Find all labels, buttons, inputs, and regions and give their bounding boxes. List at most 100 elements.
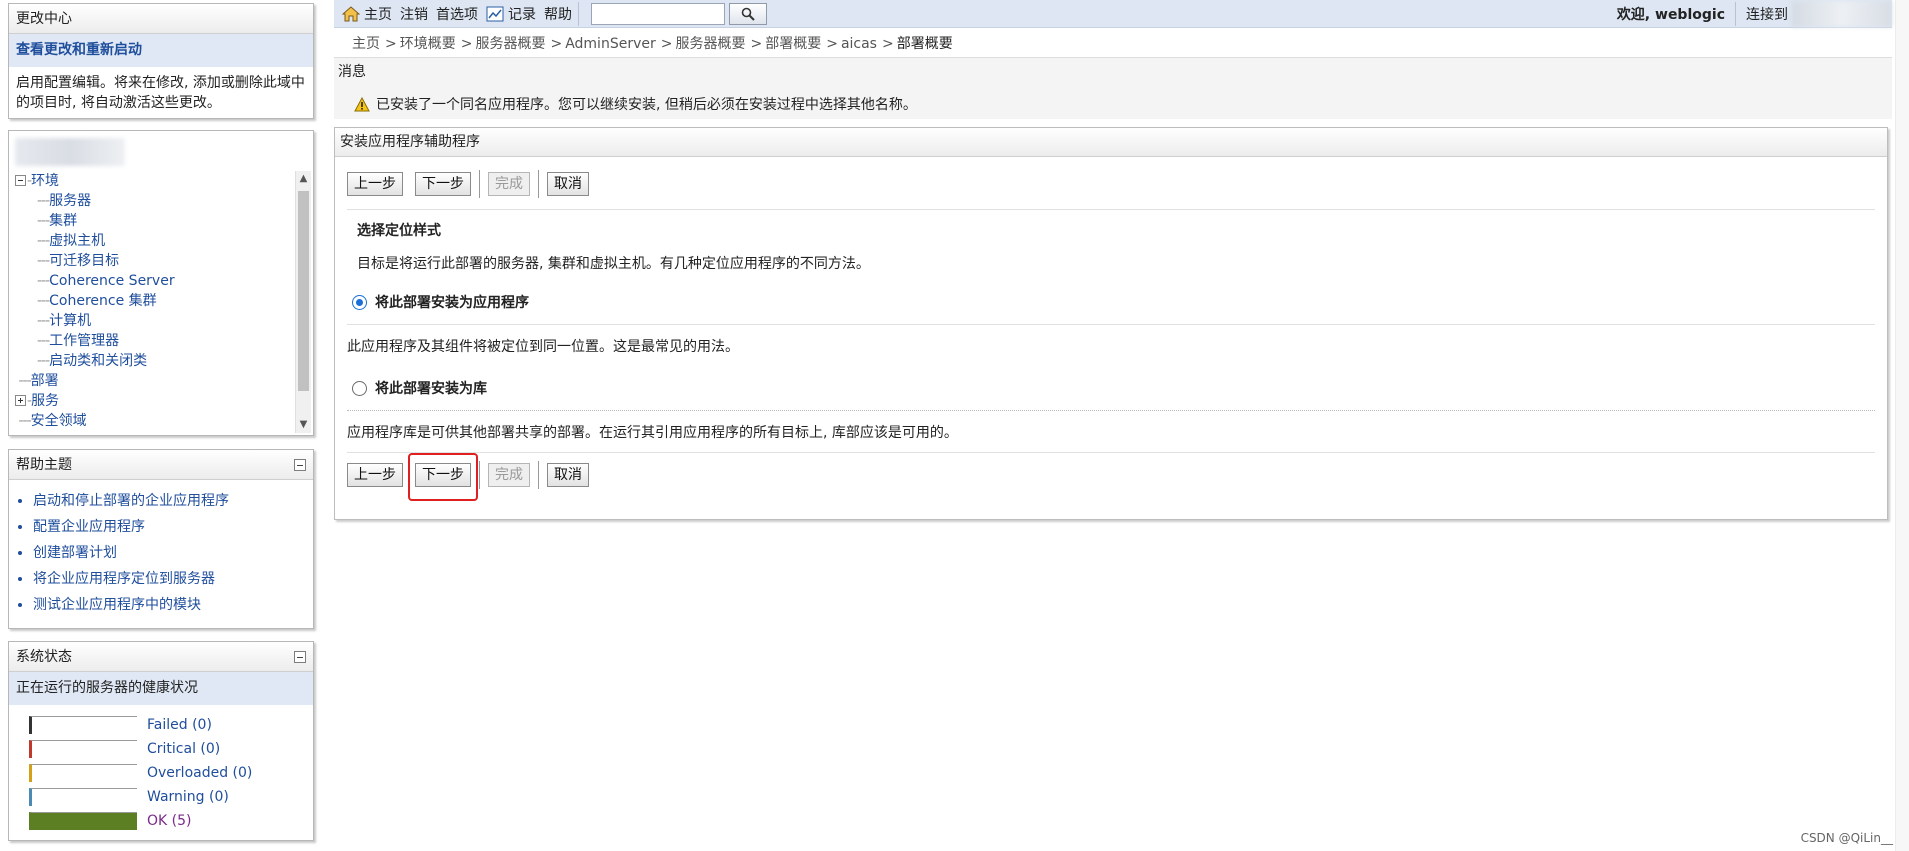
record-link[interactable]: 记录 (486, 4, 536, 24)
back-button[interactable]: 上一步 (347, 172, 403, 196)
help-link[interactable]: 配置企业应用程序 (33, 514, 313, 540)
option-install-as-library[interactable]: 将此部署安装为库 (352, 378, 487, 398)
breadcrumb: 主页 > 环境概要 > 服务器概要 > AdminServer > 服务器概要 > 部署概要 > aic… (352, 36, 953, 52)
help-link[interactable]: 将企业应用程序定位到服务器 (33, 566, 313, 592)
welcome-text: 欢迎, weblogic (1616, 6, 1725, 23)
bottom-button-row: 上一步 下一步 完成 取消 (347, 453, 601, 501)
change-center-title: 更改中心 (9, 4, 313, 34)
scroll-thumb[interactable] (298, 191, 309, 391)
logout-link[interactable]: 注销 (400, 4, 428, 24)
tree-item-clusters[interactable]: ---集群 (15, 211, 289, 231)
radio-library[interactable] (352, 380, 367, 396)
status-row: Failed (0) (19, 713, 303, 737)
status-label[interactable]: Critical (0) (147, 737, 220, 761)
option-application-description: 此应用程序及其组件将被定位到同一位置。这是最常见的用法。 (347, 339, 739, 355)
radio-application[interactable] (352, 294, 367, 310)
help-link[interactable]: 测试企业应用程序中的模块 (33, 592, 313, 618)
page-scrollbar[interactable] (1895, 0, 1909, 851)
wizard-title: 安装应用程序辅助程序 (335, 128, 1887, 157)
section-title: 选择定位样式 (357, 223, 441, 239)
section-description: 目标是将运行此部署的服务器, 集群和虚拟主机。有几种定位应用程序的不同方法。 (357, 256, 870, 272)
top-toolbar: 主页 注销 首选项 记录 帮助 欢迎, weblogic 连接到 (334, 0, 1892, 28)
help-topics-title: 帮助主题 (16, 457, 72, 473)
message-area: 消息 已安装了一个同名应用程序。您可以继续安装, 但稍后必须在安装过程中选择其他… (334, 57, 1892, 119)
help-topics-panel: 帮助主题 启动和停止部署的企业应用程序 配置企业应用程序 创建部署计划 将企业应… (8, 449, 314, 629)
search-input[interactable] (591, 2, 725, 25)
breadcrumb-item[interactable]: 主页 (352, 36, 380, 52)
status-label[interactable]: Overloaded (0) (147, 761, 252, 785)
status-row: OK (5) (19, 809, 303, 833)
blurred-domain-title (15, 138, 125, 166)
chart-record-icon (486, 6, 504, 21)
button-separator (479, 170, 480, 198)
breadcrumb-item[interactable]: 服务器概要 (475, 36, 545, 52)
help-link[interactable]: 启动和停止部署的企业应用程序 (33, 488, 313, 514)
tree-item-coherence-server[interactable]: ---Coherence Server (15, 271, 289, 291)
button-separator (538, 461, 539, 489)
status-row: Overloaded (0) (19, 761, 303, 785)
divider (347, 324, 1875, 325)
help-link-toolbar[interactable]: 帮助 (544, 4, 572, 24)
tree-item-services[interactable]: -服务 (15, 391, 289, 411)
domain-structure-panel: -环境 ---服务器 ---集群 ---虚拟主机 ---可迁移目标 ---Coh… (8, 130, 314, 436)
status-bar (29, 716, 137, 734)
tree-item-environment[interactable]: -环境 (15, 171, 289, 191)
home-link[interactable]: 主页 (342, 4, 392, 24)
breadcrumb-item[interactable]: aicas (841, 36, 877, 52)
breadcrumb-item[interactable]: 服务器概要 (675, 36, 745, 52)
status-label[interactable]: Warning (0) (147, 785, 229, 809)
status-bar (29, 740, 137, 758)
status-row: Warning (0) (19, 785, 303, 809)
status-bar (29, 788, 137, 806)
tree-item-startup-shutdown[interactable]: ---启动类和关闭类 (15, 351, 289, 371)
warning-icon (354, 96, 370, 111)
toolbar-separator (1735, 1, 1736, 26)
status-label[interactable]: Failed (0) (147, 713, 212, 737)
scroll-up-icon[interactable]: ▲ (296, 171, 311, 187)
breadcrumb-item[interactable]: 部署概要 (765, 36, 821, 52)
next-button-highlight: 下一步 (408, 453, 483, 501)
status-label[interactable]: OK (5) (147, 809, 191, 833)
change-center-panel: 更改中心 查看更改和重新启动 启用配置编辑。将来在修改, 添加或删除此域中的项目… (8, 3, 314, 119)
tree-scrollbar[interactable]: ▲ ▼ (295, 171, 311, 433)
tree-item-virtual-hosts[interactable]: ---虚拟主机 (15, 231, 289, 251)
option-library-description: 应用程序库是可供其他部署共享的部署。在运行其引用应用程序的所有目标上, 库部应该… (347, 425, 958, 441)
collapse-icon[interactable] (294, 459, 306, 471)
tree-item-security-realms[interactable]: ---安全领域 (15, 411, 289, 431)
warning-message: 已安装了一个同名应用程序。您可以继续安装, 但稍后必须在安装过程中选择其他名称。 (354, 94, 917, 114)
toolbar-separator (578, 1, 579, 26)
tree-item-machines[interactable]: ---计算机 (15, 311, 289, 331)
search-icon (741, 7, 755, 21)
system-status-header: 系统状态 (9, 642, 313, 672)
collapse-icon[interactable] (294, 651, 306, 663)
collapse-toggle-icon[interactable] (15, 175, 26, 186)
help-topics-list: 启动和停止部署的企业应用程序 配置企业应用程序 创建部署计划 将企业应用程序定位… (9, 488, 313, 618)
tree-item-coherence-cluster[interactable]: ---Coherence 集群 (15, 291, 289, 311)
help-topics-header: 帮助主题 (9, 450, 313, 480)
view-changes-link[interactable]: 查看更改和重新启动 (9, 34, 313, 67)
top-button-row: 上一步 下一步 完成 取消 (347, 170, 601, 198)
cancel-button[interactable]: 取消 (547, 172, 589, 196)
system-status-title: 系统状态 (16, 649, 72, 665)
option-install-as-application[interactable]: 将此部署安装为应用程序 (352, 292, 529, 312)
tree-item-servers[interactable]: ---服务器 (15, 191, 289, 211)
tree-item-migratable-targets[interactable]: ---可迁移目标 (15, 251, 289, 271)
help-link[interactable]: 创建部署计划 (33, 540, 313, 566)
warning-text: 已安装了一个同名应用程序。您可以继续安装, 但稍后必须在安装过程中选择其他名称。 (376, 97, 917, 113)
scroll-down-icon[interactable]: ▼ (296, 417, 311, 433)
finish-button[interactable]: 完成 (488, 172, 530, 196)
cancel-button[interactable]: 取消 (547, 463, 589, 487)
finish-button[interactable]: 完成 (488, 463, 530, 487)
tree-item-deployments[interactable]: ---部署 (15, 371, 289, 391)
tree-item-work-managers[interactable]: ---工作管理器 (15, 331, 289, 351)
breadcrumb-item[interactable]: AdminServer (565, 36, 656, 52)
breadcrumb-item[interactable]: 环境概要 (400, 36, 456, 52)
search-button[interactable] (729, 2, 767, 25)
next-button[interactable]: 下一步 (415, 172, 471, 196)
expand-toggle-icon[interactable] (15, 395, 26, 406)
red-highlight-box (408, 453, 478, 501)
preferences-link[interactable]: 首选项 (436, 4, 478, 24)
back-button[interactable]: 上一步 (347, 463, 403, 487)
status-bar (29, 812, 137, 830)
breadcrumb-current: 部署概要 (896, 36, 953, 52)
